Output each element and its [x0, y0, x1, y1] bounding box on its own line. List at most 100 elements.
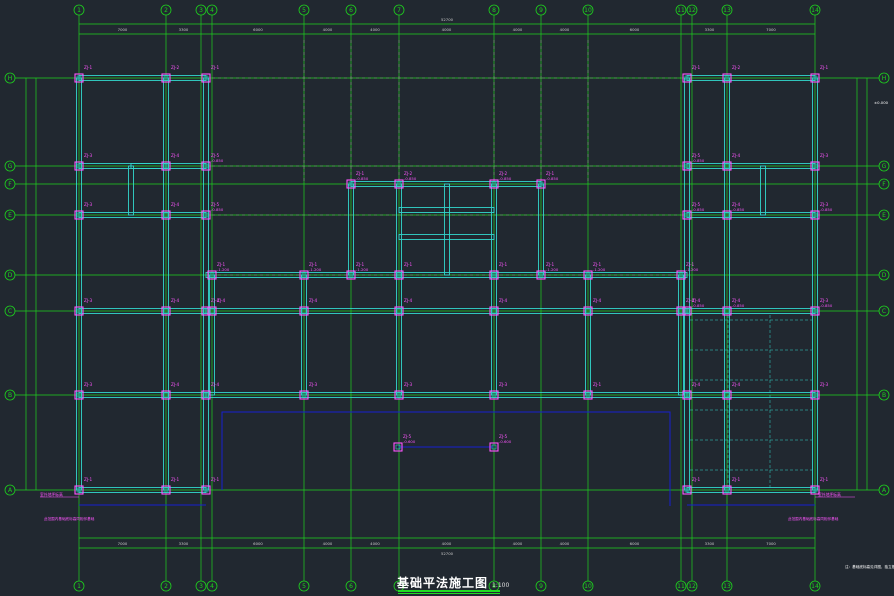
column-elev-38: -0.850 [499, 176, 512, 181]
dim-bottom-3: 6000 [253, 541, 263, 546]
dim-bottom-8: 4000 [560, 541, 570, 546]
column-label-53: ZJ-4 [732, 382, 740, 387]
dim-top-0: 7000 [118, 27, 128, 32]
drawing-title: 基础平法施工图 [397, 576, 489, 590]
column-label-16: ZJ-1 [171, 477, 179, 482]
grid-col-5-bottom-text: 5 [302, 583, 306, 590]
column-label-7: ZJ-4 [171, 202, 179, 207]
dim-top-7: 4000 [513, 27, 523, 32]
grid-row-G-left-text: G [8, 163, 13, 170]
grid-row-B-left-text: B [8, 392, 12, 399]
column-label-54: ZJ-3 [820, 382, 828, 387]
grid-row-F-right-text: F [882, 181, 886, 188]
column-label-41: ZJ-2 [732, 65, 740, 70]
beam-top-h-1 [398, 207, 495, 213]
grid-col-5-top-text: 5 [302, 7, 306, 14]
grid-row-E-left-text: E [8, 212, 12, 219]
grid-row-E-right-text: E [882, 212, 886, 219]
note-right-long: 此范围内基础底标高同相邻基础 [788, 516, 839, 521]
dim-top-4: 4000 [323, 27, 333, 32]
grid-row-G-right-text: G [882, 163, 887, 170]
dim-top-5: 4000 [370, 27, 380, 32]
column-label-27: ZJ-4 [309, 298, 317, 303]
column-label-32: ZJ-3 [309, 382, 317, 387]
column-label-6: ZJ-3 [84, 202, 92, 207]
column-elev-43: -0.850 [692, 158, 705, 163]
beam-top-v-mid [444, 183, 450, 276]
column-label-33: ZJ-3 [404, 382, 412, 387]
column-labels: ZJ-1 ZJ-2 ZJ-1ZJ-3 ZJ-4 ZJ-5-0.850ZJ-3 ZJ-4 ZJ… [84, 65, 833, 482]
grid-col-1-bottom-text: 1 [77, 583, 81, 590]
drawing-title-block: 基础平法施工图 1:100 [397, 572, 509, 592]
column-elev-49: -0.850 [692, 303, 705, 308]
column-label-21: ZJ-1 [404, 262, 412, 267]
dim-bottom-7: 4000 [513, 541, 523, 546]
column-elev-8: -0.850 [211, 207, 224, 212]
column-elev-51: -0.850 [820, 303, 833, 308]
title-underline-thin [398, 593, 500, 594]
column-elev-59: -0.600 [499, 439, 512, 444]
dim-top-12: 7000 [766, 27, 776, 32]
column-label-17: ZJ-1 [211, 477, 219, 482]
dim-top-3: 6000 [253, 27, 263, 32]
grid-col-11-top-text: 11 [677, 7, 685, 14]
column-label-3: ZJ-3 [84, 153, 92, 158]
note-right: 室外地坪标高 [818, 492, 841, 497]
grid-col-8-top-text: 8 [492, 7, 496, 14]
beam-left-v-2 [203, 77, 209, 491]
grid-col-9-bottom-text: 9 [539, 583, 543, 590]
dashed-reference-lines [212, 40, 812, 488]
column-label-40: ZJ-1 [692, 65, 700, 70]
dim-overall-bottom: 52700 [441, 551, 454, 556]
column-label-45: ZJ-3 [820, 153, 828, 158]
column-footings [74, 73, 820, 495]
dim-bottom-6: 4000 [442, 541, 452, 546]
column-label-12: ZJ-3 [84, 382, 92, 387]
grid-col-6-top-text: 6 [349, 7, 353, 14]
grid-col-11-bottom-text: 11 [677, 583, 685, 590]
note-corner: 注：基础底标高见详图，独立基础编号见表 [845, 564, 894, 569]
column-label-9: ZJ-3 [84, 298, 92, 303]
column-label-14: ZJ-4 [211, 382, 219, 387]
column-label-10: ZJ-4 [171, 298, 179, 303]
column-elev-5: -0.850 [211, 158, 224, 163]
note-left: 室外地坪标高 [40, 492, 63, 497]
grid-col-13-top-text: 13 [723, 7, 731, 14]
note-elevation: ±0.000 [874, 100, 889, 105]
column-elev-50: -0.850 [732, 303, 745, 308]
dim-top-6: 4000 [442, 27, 452, 32]
grid-row-C-right-text: C [882, 308, 886, 315]
grid-row-D-right-text: D [882, 272, 887, 279]
column-label-22: ZJ-1 [499, 262, 507, 267]
dim-overall-top: 52700 [441, 17, 454, 22]
column-label-15: ZJ-1 [84, 477, 92, 482]
grid-col-14-bottom-text: 14 [811, 583, 819, 590]
column-label-57: ZJ-1 [820, 477, 828, 482]
column-label-1: ZJ-2 [171, 65, 179, 70]
grid-col-6-bottom-text: 6 [349, 583, 353, 590]
grid-col-2-top-text: 2 [164, 7, 168, 14]
drawing-canvas: 11223344556677889910101111121213131414H H… [4, 4, 894, 592]
drawing-scale: 1:100 [492, 582, 510, 589]
dim-bottom-11: 3300 [705, 541, 715, 546]
column-label-56: ZJ-1 [732, 477, 740, 482]
dim-bottom-1: 3300 [179, 541, 189, 546]
dim-bottom-12: 7000 [766, 541, 776, 546]
grid-col-3-bottom-text: 3 [199, 583, 203, 590]
foundation-beams [76, 75, 818, 493]
axis-grid [15, 15, 879, 581]
grid-col-4-bottom-text: 4 [210, 583, 214, 590]
column-label-30: ZJ-4 [593, 298, 601, 303]
dim-bottom-4: 4000 [323, 541, 333, 546]
column-label-55: ZJ-1 [692, 477, 700, 482]
axis-bubbles: 11223344556677889910101111121213131414H H… [4, 4, 890, 592]
blue-boundary [79, 411, 815, 506]
dimension-texts: 7000 7000 3300 3300 6000 6000 4000 4000 4000 4000… [118, 17, 777, 556]
grid-col-4-top-text: 4 [210, 7, 214, 14]
column-elev-20: -1.200 [356, 267, 369, 272]
grid-col-1-top-text: 1 [77, 7, 81, 14]
grid-col-3-top-text: 3 [199, 7, 203, 14]
column-elev-48: -0.850 [820, 207, 833, 212]
dim-top-8: 4000 [560, 27, 570, 32]
grid-row-A-right-text: A [882, 487, 887, 494]
